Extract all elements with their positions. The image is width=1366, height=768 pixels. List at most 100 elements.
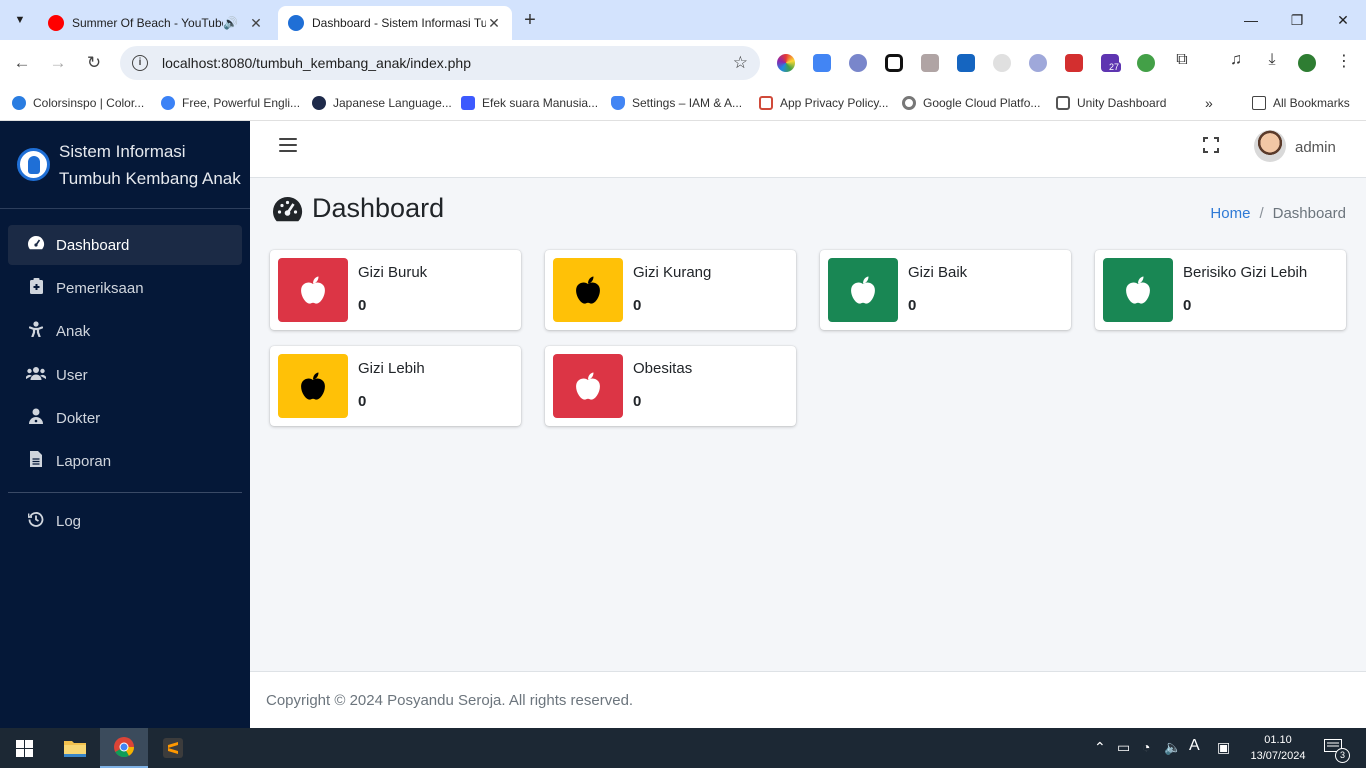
sidebar-item-dokter[interactable]: Dokter [8,398,242,438]
username-label[interactable]: admin [1295,139,1336,156]
windows-start-icon[interactable] [0,728,48,768]
close-tab-icon[interactable]: ✕ [248,15,264,32]
extension-icon[interactable] [1065,54,1083,72]
info-box-count: 0 [1183,297,1192,314]
bookmark-item[interactable]: Unity Dashboard [1056,93,1166,113]
sidebar-item-anak[interactable]: Anak [8,311,242,351]
bookmark-item[interactable]: Google Cloud Platfo... [902,93,1040,113]
minimize-window-button[interactable]: — [1228,0,1274,40]
media-control-icon[interactable]: ♫ [1225,51,1247,73]
browser-menu-icon[interactable]: ⋮ [1333,51,1355,73]
audio-playing-icon[interactable]: 🔊 [223,16,238,30]
close-tab-icon[interactable]: ✕ [486,15,502,32]
new-tab-button[interactable]: + [518,9,542,33]
brand-title: Sistem Informasi Tumbuh Kembang Anak [59,138,241,192]
apple-icon [1103,258,1173,322]
close-window-button[interactable]: ✕ [1320,0,1366,40]
bookmark-item[interactable]: Settings – IAM & A... [611,93,742,113]
clock-time: 01.10 [1264,734,1292,746]
profile-avatar-icon[interactable] [1298,54,1316,72]
sidebar-item-log[interactable]: Log [8,501,242,541]
input-indicator[interactable]: A [1189,737,1200,755]
bookmark-item[interactable]: Free, Powerful Engli... [161,93,300,113]
notifications-icon[interactable]: 3 [1324,739,1350,763]
restore-window-button[interactable]: ❐ [1274,0,1320,40]
extension-icon[interactable] [921,54,939,72]
bookmark-favicon-icon [902,96,916,110]
all-bookmarks-button[interactable]: All Bookmarks [1252,93,1350,113]
download-icon[interactable]: ⤓ [1261,51,1283,73]
bookmark-label: Google Cloud Platfo... [923,96,1041,110]
url-text[interactable]: localhost:8080/tumbuh_kembang_anak/index… [162,55,733,71]
tachometer-icon [273,196,303,221]
extension-badge: 27 [1107,62,1122,72]
apple-icon [553,354,623,418]
translate-extension-icon[interactable] [813,54,831,72]
menu-toggle-icon[interactable] [279,138,297,154]
apple-icon [828,258,898,322]
extension-icon[interactable] [849,54,867,72]
screen-capture-extension-icon[interactable] [885,54,903,72]
browser-tab-dashboard[interactable]: Dashboard - Sistem Informasi Tumbuh Kemb… [278,6,512,40]
bookmark-item[interactable]: Colorsinspo | Color... [12,93,144,113]
breadcrumb-home-link[interactable]: Home [1210,205,1250,222]
sublime-text-icon[interactable] [149,728,197,768]
browser-tab-youtube[interactable]: Summer Of Beach - YouTube 🔊 ✕ [38,6,274,40]
battery-icon[interactable]: ▭ [1117,739,1130,756]
fullscreen-icon[interactable] [1203,137,1219,153]
reload-icon[interactable]: ↻ [81,50,107,76]
info-box-label: Gizi Lebih [358,360,425,377]
browser-tab-strip: ▼ Summer Of Beach - YouTube 🔊 ✕ Dashboar… [0,0,1366,40]
info-box-count: 0 [908,297,917,314]
puzzle-extensions-icon[interactable]: ⧉ [1171,51,1193,73]
brand-logo-icon [17,148,50,181]
brand-line-1: Sistem Informasi [59,141,186,161]
breadcrumb: Home / Dashboard [1210,205,1346,222]
site-info-icon[interactable]: i [132,55,148,71]
system-clock[interactable]: 01.10 13/07/2024 [1246,732,1310,764]
info-box-count: 0 [358,297,367,314]
volume-icon[interactable]: 🔈 [1164,739,1181,756]
meet-now-icon[interactable]: ▣ [1217,739,1230,756]
address-bar[interactable]: i localhost:8080/tumbuh_kembang_anak/ind… [120,46,760,80]
globe-extension-icon[interactable] [1137,54,1155,72]
all-bookmarks-label: All Bookmarks [1273,96,1350,110]
sidebar-item-laporan[interactable]: Laporan [8,441,242,481]
wifi-icon[interactable]: ◔ [1142,739,1150,755]
bookmark-label: Unity Dashboard [1077,96,1167,110]
bookmark-label: Efek suara Manusia... [482,96,599,110]
bookmark-item[interactable]: Efek suara Manusia... [461,93,598,113]
graduation-cap-extension-icon[interactable]: 27 [1101,54,1122,72]
sidebar-item-user[interactable]: User [8,355,242,395]
brand-line-2: Tumbuh Kembang Anak [59,168,241,188]
bookmark-favicon-icon [759,96,773,110]
bookmark-label: Settings – IAM & A... [632,96,743,110]
info-box-label: Gizi Baik [908,264,968,281]
chrome-taskbar-icon[interactable] [100,728,148,768]
back-arrow-icon[interactable]: ← [9,50,35,76]
extension-icon[interactable] [957,54,975,72]
notification-count-badge: 3 [1335,748,1350,763]
forward-arrow-icon[interactable]: → [45,50,71,76]
show-hidden-icons-chevron-icon[interactable]: ⌃ [1094,739,1106,756]
breadcrumb-current: Dashboard [1272,205,1346,222]
bookmark-item[interactable]: Japanese Language... [312,93,452,113]
brand-link[interactable]: Sistem Informasi Tumbuh Kembang Anak [0,121,250,209]
file-explorer-icon[interactable] [51,728,99,768]
bookmark-star-icon[interactable]: ☆ [733,53,748,73]
sidebar-item-dashboard[interactable]: Dashboard [8,225,242,265]
more-bookmarks-chevron-icon[interactable]: » [1205,93,1213,113]
tab-search-chevron-icon[interactable]: ▼ [8,8,32,32]
user-avatar[interactable] [1254,130,1286,162]
sidebar-item-pemeriksaan[interactable]: Pemeriksaan [8,268,242,308]
gear-extension-icon[interactable] [1029,54,1047,72]
apple-icon [553,258,623,322]
bookmark-item[interactable]: App Privacy Policy... [759,93,888,113]
bookmark-label: Japanese Language... [333,96,452,110]
color-wheel-extension-icon[interactable] [777,54,795,72]
site-favicon-icon [288,15,304,31]
info-box-label: Gizi Buruk [358,264,428,281]
bookmark-favicon-icon [1056,96,1070,110]
sidebar-item-label: User [56,366,88,384]
compass-extension-icon[interactable] [993,54,1011,72]
